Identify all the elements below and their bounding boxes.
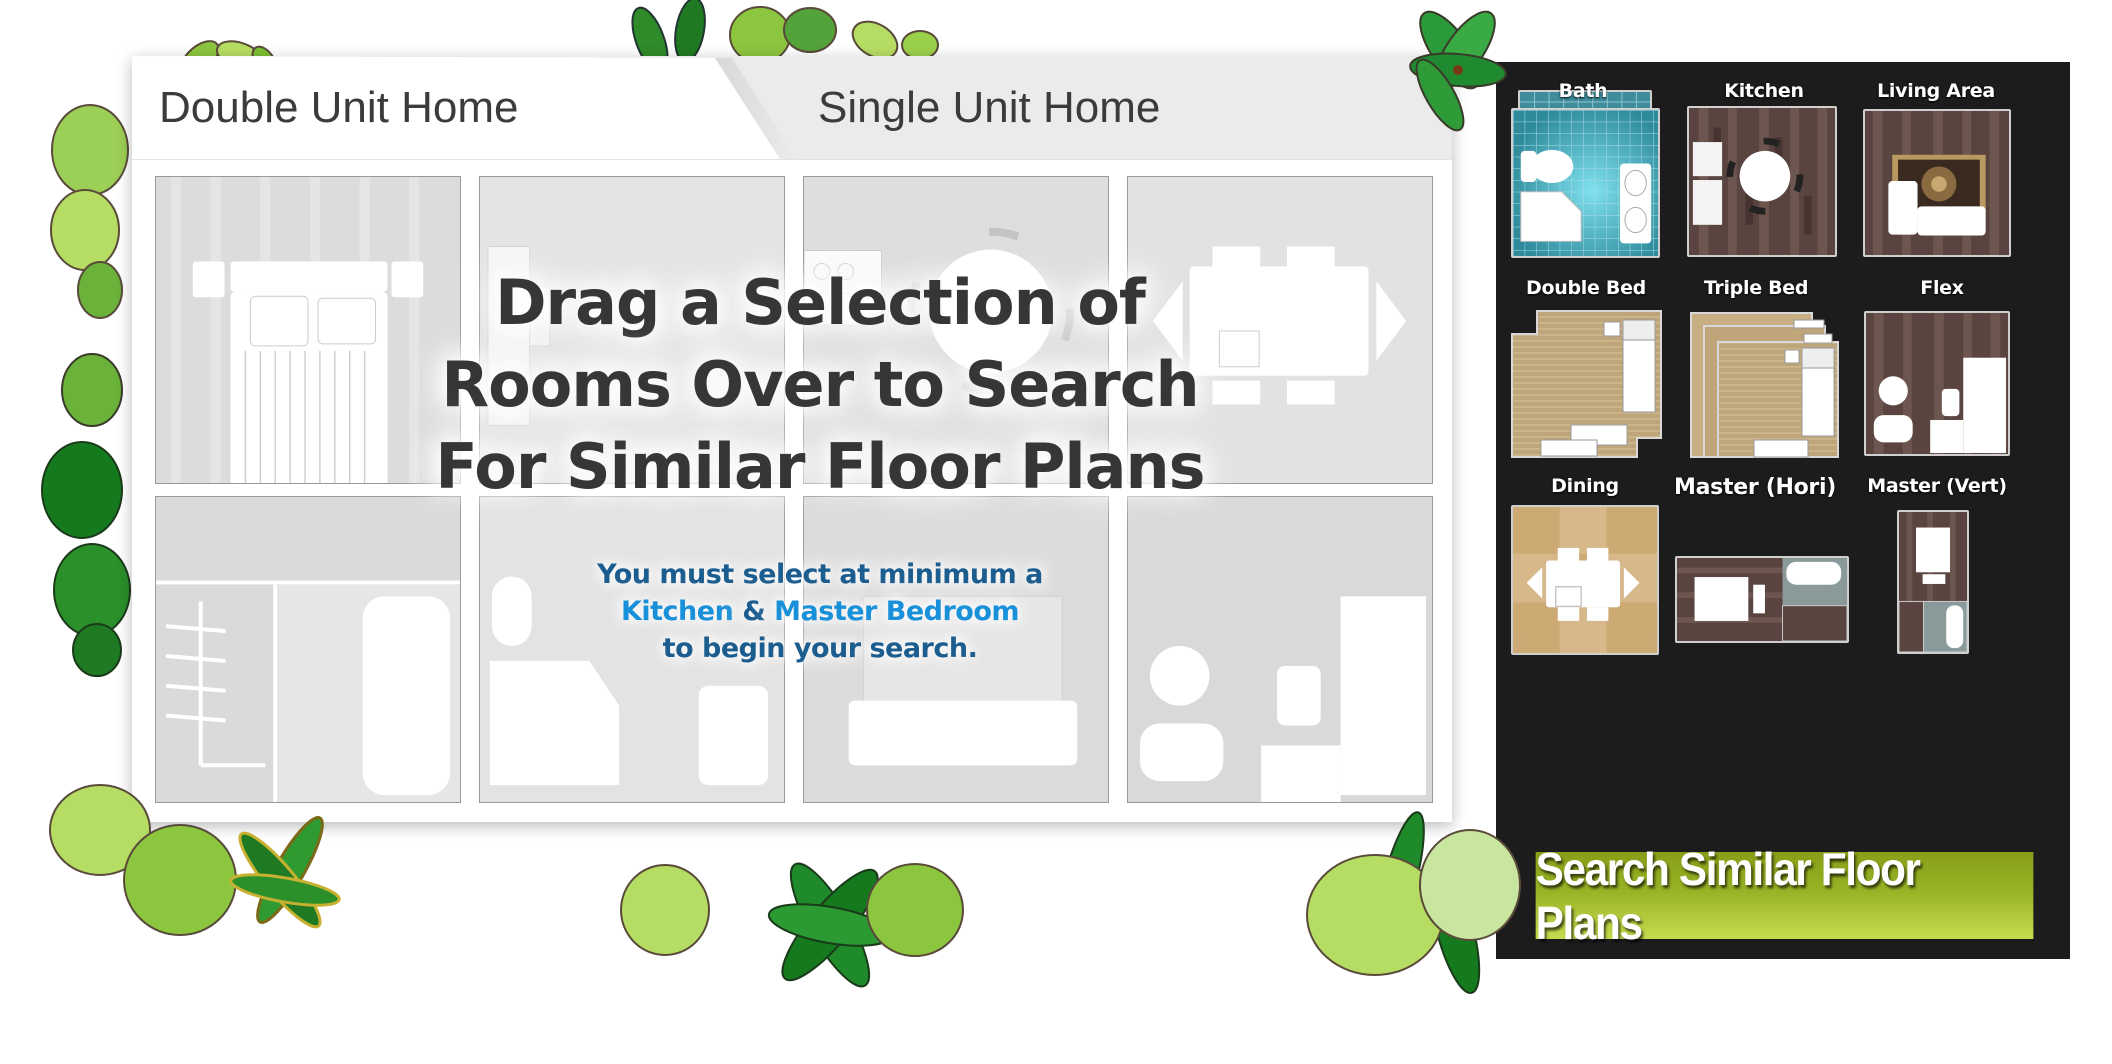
double-bed-icon[interactable] [1511, 310, 1663, 458]
master-bedroom-requirement: Master Bedroom [774, 596, 1020, 627]
unit-type-tabs: Double Unit Home Single Unit Home [132, 56, 1452, 160]
master-vertical-icon[interactable] [1897, 510, 1969, 654]
room-label: Triple Bed [1703, 277, 1809, 299]
room-label: Master (Vert) [1867, 475, 2007, 497]
plant-decoration [615, 850, 975, 1010]
room-label: Master (Hori) [1674, 475, 1836, 500]
tab-double-unit-home[interactable]: Double Unit Home [159, 56, 519, 159]
search-similar-floor-plans-button[interactable]: Search Similar Floor Plans [1535, 843, 2034, 949]
plant-decoration [1370, 0, 1540, 150]
plant-decoration [30, 80, 140, 320]
minimum-requirement-note: You must select at minimum a Kitchen & M… [340, 556, 1300, 667]
requirement-line: to begin your search. [662, 633, 978, 664]
room-label: Dining [1551, 475, 1619, 497]
requirement-line: You must select at minimum a [597, 559, 1043, 590]
instruction-headline: Drag a Selection of Rooms Over to Search… [340, 262, 1300, 508]
dining-icon[interactable] [1511, 505, 1659, 655]
requirement-line: Kitchen & Master Bedroom [340, 593, 1300, 630]
kitchen-requirement: Kitchen [620, 596, 734, 627]
plant-decoration [22, 350, 142, 680]
plant-decoration [40, 770, 350, 990]
living-area-icon[interactable] [1863, 109, 2011, 257]
tab-single-unit-home[interactable]: Single Unit Home [818, 56, 1160, 159]
flex-room-icon[interactable] [1864, 311, 2010, 456]
room-label: Kitchen [1724, 80, 1804, 102]
room-label: Double Bed [1526, 277, 1646, 299]
headline-line: Rooms Over to Search [441, 348, 1199, 421]
plant-decoration [1305, 811, 1535, 1010]
master-horizontal-icon[interactable] [1675, 556, 1849, 643]
room-label: Flex [1920, 277, 1964, 299]
room-label: Living Area [1877, 80, 1995, 102]
triple-bed-icon[interactable] [1690, 312, 1840, 458]
headline-line: Drag a Selection of [495, 266, 1146, 339]
room-palette-panel: Bath Kitchen Living Area Double Bed Trip… [1496, 62, 2070, 959]
kitchen-icon[interactable] [1687, 106, 1837, 257]
room-label: Bath [1558, 80, 1608, 102]
headline-line: For Similar Floor Plans [435, 430, 1205, 503]
instruction-overlay: Drag a Selection of Rooms Over to Search… [340, 262, 1300, 667]
ampersand: & [742, 596, 766, 627]
